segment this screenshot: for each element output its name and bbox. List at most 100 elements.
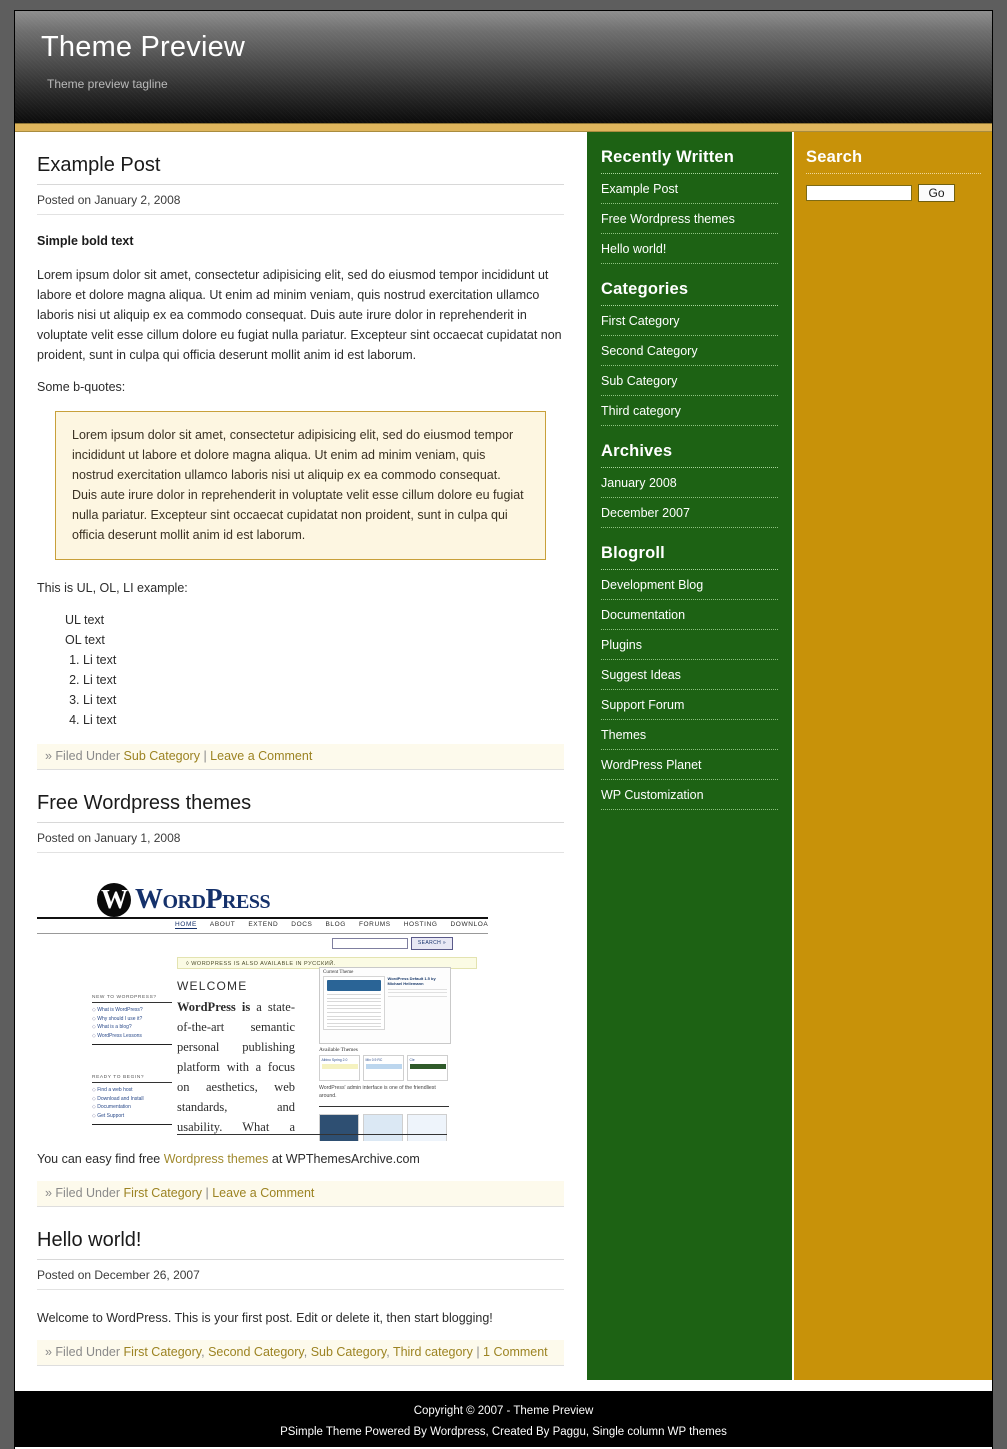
nav-blog: BLOG bbox=[325, 921, 346, 928]
list-item: Get Support bbox=[92, 1112, 172, 1121]
admin-preview-column: Current Theme WordPress Default 1.5 by M… bbox=[319, 967, 451, 1141]
columns-wrapper: Example Post Posted on January 2, 2008 S… bbox=[15, 132, 992, 1391]
widget-items: Development Blog Documentation Plugins S… bbox=[601, 570, 778, 810]
theme-card: Albino Spring 2.0 bbox=[319, 1055, 360, 1081]
wordpress-wordmark: WordPress bbox=[135, 884, 271, 915]
widget-archives: Archives January 2008 December 2007 bbox=[587, 426, 792, 528]
wordpress-nav: HOME ABOUT EXTEND DOCS BLOG FORUMS HOSTI… bbox=[175, 921, 488, 929]
post-title[interactable]: Hello world! bbox=[37, 1207, 564, 1260]
site-footer: Copyright © 2007 - Theme Preview PSimple… bbox=[15, 1391, 992, 1447]
divider bbox=[319, 1106, 449, 1107]
divider bbox=[177, 1134, 447, 1135]
sidebar-link[interactable]: Support Forum bbox=[601, 690, 778, 719]
sidebar-link[interactable]: Hello world! bbox=[601, 234, 778, 263]
sidebar-link[interactable]: Sub Category bbox=[601, 366, 778, 395]
list-item: Suggest Ideas bbox=[601, 660, 778, 690]
comments-link[interactable]: Leave a Comment bbox=[210, 749, 312, 763]
list-item: Li text bbox=[83, 670, 564, 690]
site-header: Theme Preview Theme preview tagline bbox=[15, 11, 992, 123]
admin-screenshot: Current Theme WordPress Default 1.5 by M… bbox=[319, 967, 451, 1044]
theme-card-label: Mix 0.9 RC bbox=[365, 1057, 383, 1062]
post-bold-text: Simple bold text bbox=[37, 234, 134, 248]
list-item: What is WordPress? bbox=[92, 1006, 172, 1015]
widget-categories: Categories First Category Second Categor… bbox=[587, 264, 792, 426]
category-link[interactable]: Second Category bbox=[208, 1345, 304, 1359]
sidebar-link[interactable]: January 2008 bbox=[601, 468, 778, 497]
ul-item: UL text bbox=[65, 613, 105, 627]
post-blockquote: Lorem ipsum dolor sit amet, consectetur … bbox=[55, 411, 546, 560]
theme-thumb bbox=[365, 1063, 402, 1069]
nav-forums: FORUMS bbox=[358, 921, 391, 928]
post-hello-world: Hello world! Posted on December 26, 2007… bbox=[15, 1207, 586, 1366]
list-example: UL text OL text Li text Li text Li text … bbox=[37, 610, 564, 730]
theme-thumb bbox=[321, 1063, 358, 1069]
site-title[interactable]: Theme Preview bbox=[41, 31, 245, 64]
post-date: Posted on January 2, 2008 bbox=[37, 185, 564, 215]
wordpress-search: SEARCH » bbox=[332, 937, 453, 950]
intro-rest: a state-of-the-art semantic personal pub… bbox=[177, 1000, 295, 1141]
sidebar-link[interactable]: December 2007 bbox=[601, 498, 778, 527]
sidebar-link[interactable]: WP Customization bbox=[601, 780, 778, 809]
sidebar-link[interactable]: Second Category bbox=[601, 336, 778, 365]
post-paragraph: Lorem ipsum dolor sit amet, consectetur … bbox=[37, 268, 562, 362]
comments-link[interactable]: Leave a Comment bbox=[212, 1186, 314, 1200]
ready-to-begin-column: READY TO BEGIN? Find a web host Download… bbox=[92, 1075, 172, 1125]
category-link[interactable]: Sub Category bbox=[124, 749, 200, 763]
sidebar-link[interactable]: First Category bbox=[601, 306, 778, 335]
nav-about: ABOUT bbox=[209, 921, 236, 928]
post-title[interactable]: Example Post bbox=[37, 132, 564, 185]
list-item: Why should I use it? bbox=[92, 1015, 172, 1024]
sidebar-link[interactable]: Third category bbox=[601, 396, 778, 425]
category-link[interactable]: First Category bbox=[124, 1345, 202, 1359]
sidebar-link[interactable]: WordPress Planet bbox=[601, 750, 778, 779]
promo-card bbox=[319, 1114, 359, 1141]
widget-search: Search Go bbox=[794, 132, 992, 202]
list-item: WP Customization bbox=[601, 780, 778, 810]
sidebar-link[interactable]: Development Blog bbox=[601, 570, 778, 599]
post-example-post: Example Post Posted on January 2, 2008 S… bbox=[15, 132, 586, 770]
sidebar-link[interactable]: Example Post bbox=[601, 174, 778, 203]
post-meta: » Filed Under First Category | Leave a C… bbox=[37, 1181, 564, 1207]
list-item: January 2008 bbox=[601, 468, 778, 498]
comments-link[interactable]: 1 Comment bbox=[483, 1345, 548, 1359]
category-link[interactable]: First Category bbox=[124, 1186, 203, 1200]
column-heading: NEW TO WORDPRESS? bbox=[92, 995, 172, 1003]
post-title[interactable]: Free Wordpress themes bbox=[37, 770, 564, 823]
filed-under-label: » Filed Under bbox=[45, 1345, 121, 1359]
divider bbox=[92, 1044, 172, 1045]
wordpress-w-icon: W bbox=[97, 883, 131, 917]
nav-docs: DOCS bbox=[291, 921, 313, 928]
category-link[interactable]: Third category bbox=[393, 1345, 473, 1359]
widget-blogroll: Blogroll Development Blog Documentation … bbox=[587, 528, 792, 810]
admin-lines bbox=[324, 994, 384, 1028]
caption-before: You can easy find free bbox=[37, 1152, 164, 1166]
promo-card bbox=[363, 1114, 403, 1141]
credits-line: PSimple Theme Powered By Wordpress, Crea… bbox=[280, 1426, 727, 1438]
sidebar-link[interactable]: Documentation bbox=[601, 600, 778, 629]
search-input[interactable] bbox=[806, 185, 912, 201]
ol-label: OL text bbox=[65, 633, 105, 647]
sidebar-link[interactable]: Plugins bbox=[601, 630, 778, 659]
search-sidebar: Search Go bbox=[794, 132, 992, 1380]
post-body: Welcome to WordPress. This is your first… bbox=[37, 1290, 564, 1328]
intro-bold: WordPress is bbox=[177, 1000, 251, 1014]
new-to-wordpress-column: NEW TO WORDPRESS? What is WordPress? Why… bbox=[92, 995, 172, 1045]
search-form: Go bbox=[806, 174, 981, 202]
widget-title: Archives bbox=[601, 426, 778, 468]
main-content: Example Post Posted on January 2, 2008 S… bbox=[15, 132, 586, 1391]
sidebar-link[interactable]: Suggest Ideas bbox=[601, 660, 778, 689]
divider bbox=[92, 1124, 172, 1125]
filed-under-label: » Filed Under bbox=[45, 749, 121, 763]
wordpress-themes-link[interactable]: Wordpress themes bbox=[164, 1152, 269, 1166]
sidebar-link[interactable]: Themes bbox=[601, 720, 778, 749]
filed-under-label: » Filed Under bbox=[45, 1186, 121, 1200]
search-go-button[interactable]: Go bbox=[918, 184, 955, 202]
post-paragraph: Welcome to WordPress. This is your first… bbox=[37, 1311, 493, 1325]
sidebar-link[interactable]: Free Wordpress themes bbox=[601, 204, 778, 233]
nav-home: HOME bbox=[175, 921, 197, 929]
category-link[interactable]: Sub Category bbox=[311, 1345, 387, 1359]
list-item: WordPress Lessons bbox=[92, 1032, 172, 1041]
list-item: What is a blog? bbox=[92, 1023, 172, 1032]
list-item: Find a web host bbox=[92, 1086, 172, 1095]
nested-list: OL text bbox=[37, 630, 564, 650]
